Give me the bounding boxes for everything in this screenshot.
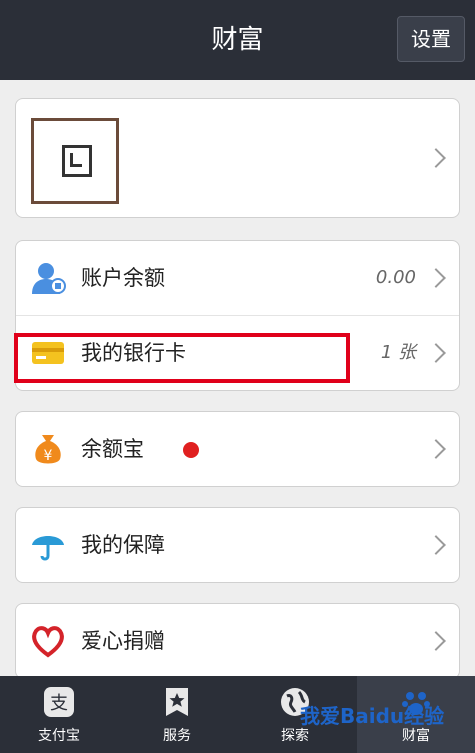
insurance-label: 我的保障: [81, 533, 165, 557]
alipay-icon: 支: [44, 687, 74, 717]
insurance-card[interactable]: 我的保障: [15, 507, 460, 583]
umbrella-icon: [32, 536, 64, 561]
balance-row[interactable]: 账户余额 0.00: [16, 241, 459, 315]
yuebao-label: 余额宝: [81, 437, 144, 461]
balance-value: 0.00: [375, 267, 416, 288]
tab-label: 服务: [163, 728, 191, 744]
tab-label: 支付宝: [38, 728, 80, 744]
balance-label: 账户余额: [81, 266, 165, 290]
chevron-right-icon: [426, 631, 446, 651]
tab-service[interactable]: 服务: [118, 676, 236, 753]
svg-text:支: 支: [50, 693, 68, 714]
notification-dot: [183, 442, 199, 458]
top-navigation-bar: 财富 设置: [0, 0, 475, 80]
money-bag-icon: ¥: [35, 435, 61, 464]
yuebao-card[interactable]: ¥ 余额宝: [15, 411, 460, 487]
watermark-text: 我爱Baidu经验: [300, 704, 445, 728]
user-balance-icon: [32, 263, 66, 294]
highlight-box: [14, 333, 350, 383]
chevron-right-icon: [426, 268, 446, 288]
charity-label: 爱心捐赠: [81, 629, 165, 653]
settings-button[interactable]: 设置: [397, 16, 465, 62]
star-icon: [166, 688, 188, 716]
charity-card[interactable]: 爱心捐赠: [15, 603, 460, 679]
qr-code-avatar: [31, 118, 119, 204]
svg-text:¥: ¥: [44, 448, 53, 464]
chevron-right-icon: [426, 439, 446, 459]
bank-card-count: 1 张: [380, 342, 416, 363]
profile-card[interactable]: [15, 98, 460, 218]
heart-icon: [32, 626, 64, 658]
chevron-right-icon: [426, 342, 446, 363]
chevron-right-icon: [426, 148, 446, 168]
tab-alipay[interactable]: 支 支付宝: [0, 676, 118, 753]
chevron-right-icon: [426, 535, 446, 555]
